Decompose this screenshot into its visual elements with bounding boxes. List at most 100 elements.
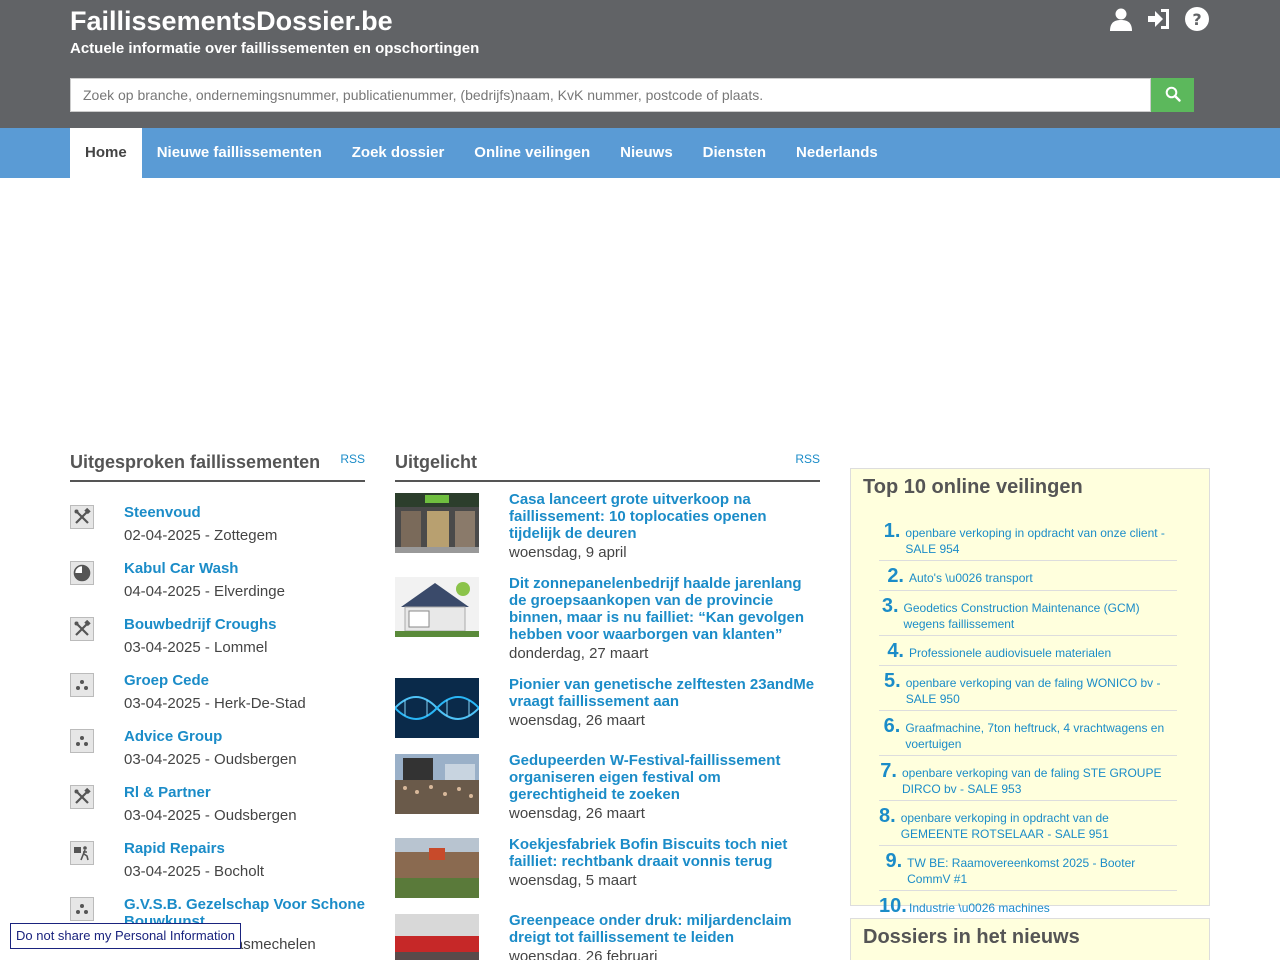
rss-link[interactable]: RSS bbox=[340, 452, 365, 466]
auction-link[interactable]: Graafmachine, 7ton heftruck, 4 vrachtwag… bbox=[905, 715, 1177, 752]
section-title: Top 10 online veilingen bbox=[863, 476, 1083, 498]
auction-link[interactable]: openbare verkoping in opdracht van de GE… bbox=[901, 805, 1177, 842]
delivery-icon bbox=[70, 841, 94, 865]
sign-in-icon[interactable] bbox=[1146, 6, 1172, 32]
section-title: Dossiers in het nieuws bbox=[863, 926, 1080, 948]
company-name[interactable]: Advice Group bbox=[124, 728, 365, 745]
list-item: 6. Graafmachine, 7ton heftruck, 4 vracht… bbox=[879, 711, 1177, 756]
news-date: woensdag, 26 maart bbox=[509, 805, 645, 822]
solar-house-photo[interactable] bbox=[395, 577, 479, 637]
nav-diensten[interactable]: Diensten bbox=[688, 128, 781, 178]
nav-home[interactable]: Home bbox=[70, 128, 142, 178]
do-not-share-button[interactable]: Do not share my Personal Information bbox=[10, 923, 241, 949]
festival-photo[interactable] bbox=[395, 754, 479, 814]
section-title: Uitgelicht bbox=[395, 452, 478, 472]
bankruptcies-section: Uitgesproken faillissementen RSS Steenvo… bbox=[70, 448, 365, 957]
tools-icon bbox=[70, 617, 94, 641]
search-input[interactable] bbox=[70, 78, 1151, 112]
list-item: 10. Industrie \u0026 machines bbox=[879, 891, 1177, 921]
pie-icon bbox=[70, 561, 94, 585]
list-item: 1. openbare verkoping in opdracht van on… bbox=[879, 516, 1177, 561]
main-nav: Home Nieuwe faillissementen Zoek dossier… bbox=[0, 128, 1280, 178]
list-item: Steenvoud 02-04-2025 - Zottegem bbox=[70, 493, 365, 549]
featured-section: Uitgelicht RSS Casa lanceert grote uitve… bbox=[395, 448, 820, 960]
company-name[interactable]: Kabul Car Wash bbox=[124, 560, 365, 577]
list-item: 7. openbare verkoping van de faling STE … bbox=[879, 756, 1177, 801]
company-meta: 03-04-2025 - Bocholt bbox=[124, 863, 265, 880]
site-header: FaillissementsDossier.be Actuele informa… bbox=[0, 0, 1280, 128]
company-meta: 03-04-2025 - Herk-De-Stad bbox=[124, 695, 306, 712]
auction-link[interactable]: Industrie \u0026 machines bbox=[909, 895, 1050, 917]
bankruptcies-header: Uitgesproken faillissementen RSS bbox=[70, 448, 365, 482]
nav-nieuwe-faillissementen[interactable]: Nieuwe faillissementen bbox=[142, 128, 337, 178]
auction-link[interactable]: openbare verkoping van de faling STE GRO… bbox=[902, 760, 1177, 797]
list-item: 9. TW BE: Raamovereenkomst 2025 - Booter… bbox=[879, 846, 1177, 891]
company-meta: 02-04-2025 - Zottegem bbox=[124, 527, 278, 544]
tools-icon bbox=[70, 505, 94, 529]
rank-number: 4. bbox=[887, 640, 904, 662]
news-title[interactable]: Gedupeerden W-Festival-faillissement org… bbox=[509, 752, 820, 803]
news-date: woensdag, 26 maart bbox=[509, 712, 645, 729]
company-meta: 03-04-2025 - Oudsbergen bbox=[124, 751, 297, 768]
company-name[interactable]: Groep Cede bbox=[124, 672, 365, 689]
rank-number: 10. bbox=[879, 895, 907, 917]
search-bar bbox=[70, 78, 1194, 112]
help-icon[interactable]: ? bbox=[1184, 6, 1210, 32]
news-title[interactable]: Koekjesfabriek Bofin Biscuits toch niet … bbox=[509, 836, 820, 870]
rank-number: 1. bbox=[883, 520, 901, 542]
list-item: 8. openbare verkoping in opdracht van de… bbox=[879, 801, 1177, 846]
nav-nederlands[interactable]: Nederlands bbox=[781, 128, 893, 178]
news-title[interactable]: Casa lanceert grote uitverkoop na failli… bbox=[509, 491, 820, 542]
auction-link[interactable]: openbare verkoping van de faling WONICO … bbox=[906, 670, 1177, 707]
group-icon bbox=[70, 729, 94, 753]
store-photo[interactable] bbox=[395, 493, 479, 553]
svg-text:?: ? bbox=[1192, 10, 1201, 29]
auction-link[interactable]: Geodetics Construction Maintenance (GCM)… bbox=[904, 595, 1177, 632]
list-item: 4. Professionele audiovisuele materialen bbox=[879, 636, 1177, 666]
company-name[interactable]: Bouwbedrijf Croughs bbox=[124, 616, 365, 633]
list-item: 3. Geodetics Construction Maintenance (G… bbox=[879, 591, 1177, 636]
list-item: Groep Cede 03-04-2025 - Herk-De-Stad bbox=[70, 661, 365, 717]
rank-number: 8. bbox=[879, 805, 896, 827]
news-date: woensdag, 9 april bbox=[509, 544, 627, 561]
site-subtitle: Actuele informatie over faillissementen … bbox=[70, 40, 480, 57]
sidebar: Top 10 online veilingen 1. openbare verk… bbox=[850, 468, 1210, 960]
auction-link[interactable]: Professionele audiovisuele materialen bbox=[909, 640, 1111, 662]
auctions-list: 1. openbare verkoping in opdracht van on… bbox=[851, 506, 1209, 941]
news-date: woensdag, 26 februari bbox=[509, 948, 658, 960]
company-meta: 03-04-2025 - Oudsbergen bbox=[124, 807, 297, 824]
auctions-box: Top 10 online veilingen 1. openbare verk… bbox=[850, 468, 1210, 921]
search-button[interactable] bbox=[1151, 78, 1194, 112]
dna-photo[interactable] bbox=[395, 678, 479, 738]
user-icon[interactable] bbox=[1108, 6, 1134, 32]
news-title[interactable]: Pionier van genetische zelftesten 23andM… bbox=[509, 676, 820, 710]
rank-number: 6. bbox=[883, 715, 901, 737]
rank-number: 2. bbox=[887, 565, 904, 587]
company-name[interactable]: Rl & Partner bbox=[124, 784, 365, 801]
auction-link[interactable]: TW BE: Raamovereenkomst 2025 - Booter Co… bbox=[907, 850, 1177, 887]
nav-nieuws[interactable]: Nieuws bbox=[605, 128, 688, 178]
company-name[interactable]: Rapid Repairs bbox=[124, 840, 365, 857]
auction-link[interactable]: Auto's \u0026 transport bbox=[909, 565, 1033, 587]
group-icon bbox=[70, 673, 94, 697]
protest-photo[interactable] bbox=[395, 914, 479, 960]
news-title[interactable]: Greenpeace onder druk: miljardenclaim dr… bbox=[509, 912, 820, 946]
list-item: Rl & Partner 03-04-2025 - Oudsbergen bbox=[70, 773, 365, 829]
factory-photo[interactable] bbox=[395, 838, 479, 898]
header-icons: ? bbox=[1108, 6, 1210, 32]
auction-link[interactable]: openbare verkoping in opdracht van onze … bbox=[905, 520, 1177, 557]
nav-online-veilingen[interactable]: Online veilingen bbox=[459, 128, 605, 178]
rss-link[interactable]: RSS bbox=[795, 452, 820, 466]
rank-number: 7. bbox=[880, 760, 897, 782]
rank-number: 5. bbox=[884, 670, 901, 692]
company-meta: 03-04-2025 - Lommel bbox=[124, 639, 268, 656]
nav-zoek-dossier[interactable]: Zoek dossier bbox=[337, 128, 460, 178]
list-item: Rapid Repairs 03-04-2025 - Bocholt bbox=[70, 829, 365, 885]
tools-icon bbox=[70, 785, 94, 809]
news-title[interactable]: Dit zonnepanelenbedrijf haalde jarenlang… bbox=[509, 575, 820, 643]
news-dossiers-box: Dossiers in het nieuws bbox=[850, 918, 1210, 960]
list-item: Kabul Car Wash 04-04-2025 - Elverdinge bbox=[70, 549, 365, 605]
company-name[interactable]: Steenvoud bbox=[124, 504, 365, 521]
site-title[interactable]: FaillissementsDossier.be bbox=[70, 6, 393, 37]
search-icon bbox=[1165, 86, 1181, 105]
